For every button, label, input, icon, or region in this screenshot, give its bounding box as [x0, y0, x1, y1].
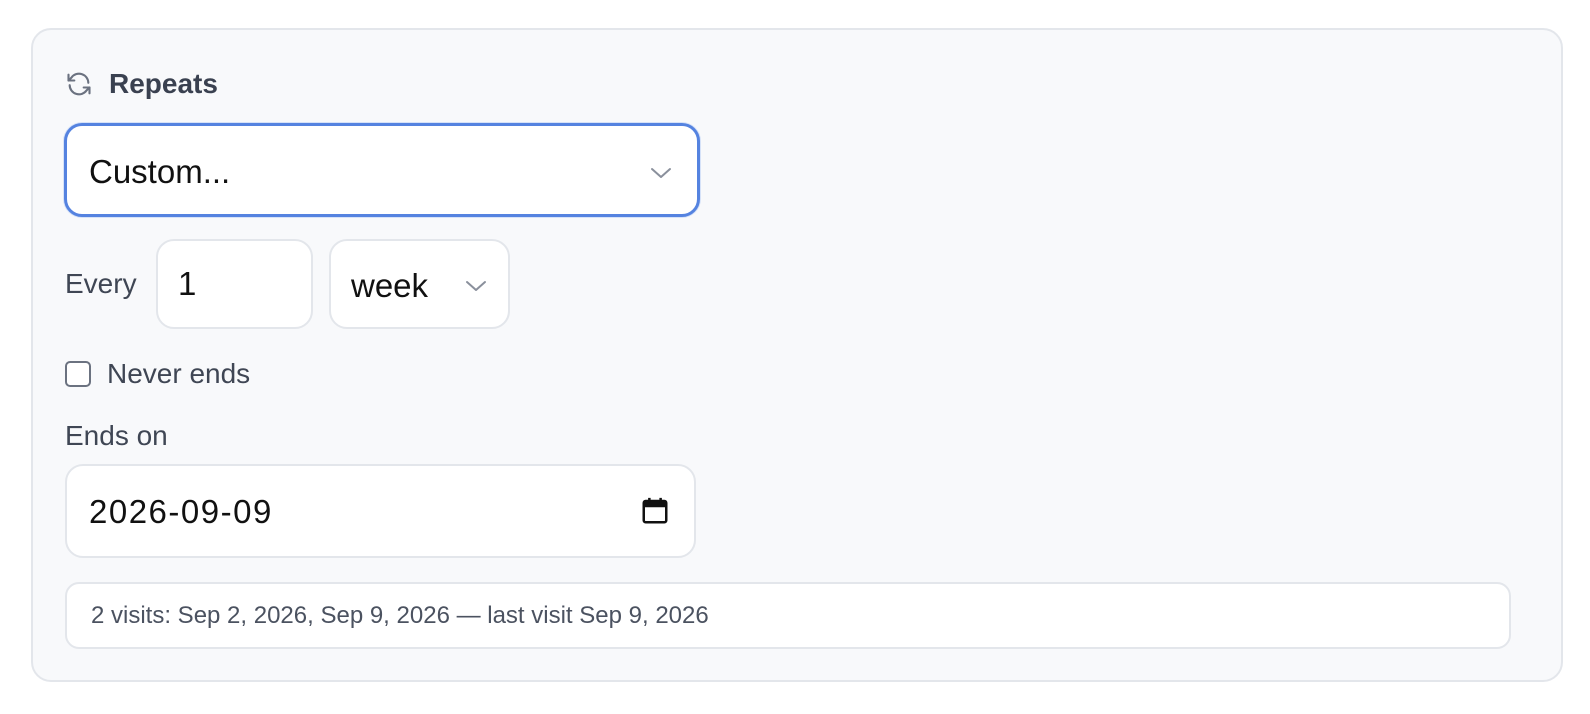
- section-title: Repeats: [109, 68, 218, 99]
- repeats-panel: Repeats Custom... Every week Never ends …: [31, 28, 1563, 682]
- repeat-frequency-value: Custom...: [89, 153, 231, 190]
- repeat-frequency-select[interactable]: Custom...: [64, 123, 700, 217]
- visits-summary-text: 2 visits: Sep 2, 2026, Sep 9, 2026 — las…: [91, 602, 709, 629]
- never-ends-label[interactable]: Never ends: [107, 358, 250, 390]
- interval-count-input[interactable]: [156, 239, 313, 329]
- calendar-icon[interactable]: [640, 496, 670, 526]
- end-date-value: 2026-09-09: [89, 493, 273, 530]
- never-ends-row[interactable]: Never ends: [65, 358, 250, 390]
- interval-unit-select[interactable]: week: [329, 239, 510, 329]
- visits-summary: 2 visits: Sep 2, 2026, Sep 9, 2026 — las…: [65, 582, 1511, 649]
- interval-unit-value: week: [351, 267, 429, 304]
- chevron-down-icon: [466, 281, 486, 291]
- every-label: Every: [65, 268, 137, 299]
- end-date-input[interactable]: 2026-09-09: [65, 464, 696, 558]
- repeats-header: Repeats: [65, 68, 218, 100]
- never-ends-checkbox[interactable]: [65, 361, 91, 387]
- refresh-icon: [67, 72, 91, 96]
- chevron-down-icon: [651, 168, 671, 178]
- ends-on-label: Ends on: [65, 420, 168, 451]
